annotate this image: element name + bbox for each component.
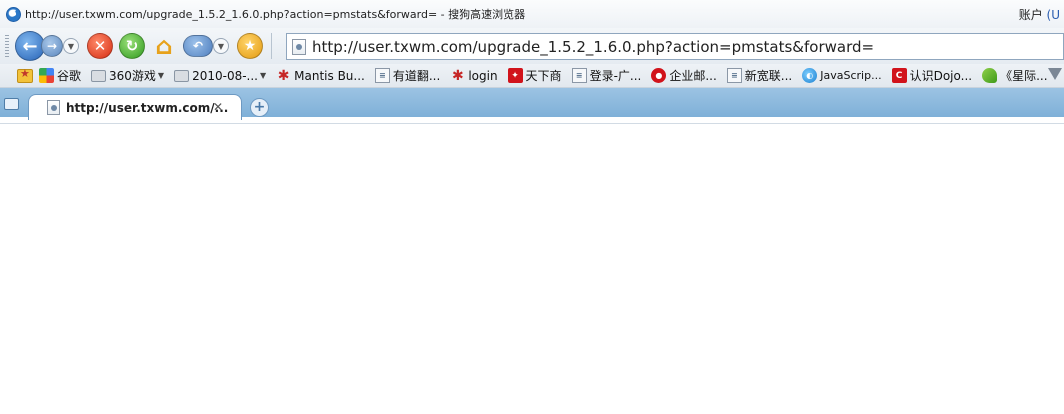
star-icon: ★	[243, 38, 257, 54]
close-icon: ✕	[93, 37, 107, 55]
favorite-label: 新宽联...	[744, 69, 793, 83]
refresh-icon: ↻	[125, 37, 139, 55]
page-icon: ≡	[571, 68, 587, 83]
favorite-label: 360游戏	[109, 69, 156, 83]
page-content	[0, 123, 1064, 414]
history-dropdown-button[interactable]: ▼	[63, 38, 79, 54]
favorite-item[interactable]: ✦ 天下商	[507, 67, 562, 84]
plus-icon: +	[253, 99, 266, 115]
favorite-item[interactable]: C 认识Dojo...	[891, 67, 973, 84]
caret-down-icon: ▼	[157, 71, 165, 80]
more-favorites-icon[interactable]	[1048, 68, 1062, 80]
forward-button[interactable]: →	[41, 35, 63, 57]
title-bar: S http://user.txwm.com/upgrade_1.5.2_1.6…	[0, 0, 1064, 28]
google-icon	[39, 68, 54, 83]
tab-title: http://user.txwm.com/...	[66, 100, 229, 115]
page-icon: ≡	[726, 68, 742, 83]
favorite-label: JavaScrip...	[820, 69, 882, 82]
undo-dropdown-button[interactable]: ▼	[213, 38, 229, 54]
bug-icon: ✱	[451, 67, 464, 84]
tab-strip: http://user.txwm.com/... ✕ +	[0, 88, 1064, 120]
tab-active[interactable]: http://user.txwm.com/... ✕	[28, 94, 242, 120]
red-circle-icon: ●	[651, 68, 667, 83]
favorite-label: 有道翻...	[392, 69, 441, 83]
page-icon	[47, 100, 60, 115]
favorite-item[interactable]: ✱ Mantis Bu...	[276, 67, 365, 84]
folder-icon	[174, 69, 190, 82]
favorite-item[interactable]: ≡ 登录-广...	[571, 67, 642, 84]
account-link[interactable]: 账户 (U	[1019, 6, 1060, 23]
favorite-label: Mantis Bu...	[294, 68, 365, 83]
favorite-button[interactable]: ★	[237, 33, 263, 59]
toolbar-divider	[271, 33, 272, 59]
caret-down-icon: ▼	[260, 71, 267, 80]
chevron-down-icon: ▼	[67, 41, 75, 51]
favorite-label: 登录-广...	[589, 69, 642, 83]
favorite-label: 谷歌	[57, 69, 82, 83]
folder-icon	[91, 69, 107, 82]
favorite-folder[interactable]: 2010-08-... ▼	[174, 69, 266, 83]
favorite-label: login	[468, 68, 498, 83]
home-button[interactable]: ⌂	[151, 32, 177, 60]
tab-list-icon[interactable]	[4, 98, 19, 110]
favorite-item[interactable]: ◐ JavaScrip...	[802, 68, 882, 83]
account-label: 账户	[1018, 8, 1043, 22]
undo-close-button[interactable]: ↶	[183, 35, 213, 57]
favorite-label: 《星际...	[1000, 69, 1048, 83]
green-leaf-icon	[982, 68, 998, 83]
new-tab-button[interactable]: +	[250, 98, 269, 117]
blue-globe-icon: ◐	[802, 68, 818, 83]
close-icon[interactable]: ✕	[213, 100, 223, 114]
refresh-button[interactable]: ↻	[119, 33, 145, 59]
favorite-item[interactable]: ≡ 有道翻...	[374, 67, 441, 84]
stop-button[interactable]: ✕	[87, 33, 113, 59]
favorite-item[interactable]: ≡ 新宽联...	[726, 67, 793, 84]
window-title: http://user.txwm.com/upgrade_1.5.2_1.6.0…	[25, 8, 526, 21]
favorites-bar: 谷歌 360游戏 ▼ 2010-08-... ▼ ✱ Mantis Bu... …	[0, 64, 1064, 88]
favorites-menu-icon[interactable]	[17, 67, 33, 83]
favorite-label: 天下商	[525, 69, 562, 83]
favorite-item[interactable]: 谷歌	[39, 67, 81, 84]
page-icon	[292, 38, 306, 55]
address-input[interactable]	[312, 37, 1052, 56]
navigation-toolbar: ← → ▼ ✕ ↻ ⌂ ↶ ▼ ★	[0, 28, 1064, 64]
undo-icon: ↶	[192, 39, 204, 53]
favorite-item[interactable]: ● 企业邮...	[651, 67, 717, 84]
browser-logo-icon: S	[6, 6, 21, 22]
bug-icon: ✱	[277, 67, 290, 84]
red-c-icon: C	[891, 68, 907, 83]
account-suffix: (U	[1046, 8, 1060, 22]
toolbar-grip[interactable]	[5, 35, 9, 57]
page-icon: ≡	[374, 68, 390, 83]
home-icon: ⌂	[155, 32, 173, 60]
favorite-label: 2010-08-...	[192, 68, 258, 83]
chevron-down-icon: ▼	[217, 41, 225, 51]
favorite-item[interactable]: 《星际...	[982, 67, 1048, 84]
address-bar[interactable]	[286, 33, 1064, 60]
red-logo-icon: ✦	[507, 68, 523, 83]
favorite-item[interactable]: ✱ login	[450, 67, 498, 84]
arrow-right-icon: →	[46, 39, 58, 53]
arrow-left-icon: ←	[22, 35, 38, 57]
favorite-label: 认识Dojo...	[909, 69, 973, 83]
favorite-label: 企业邮...	[669, 69, 717, 83]
favorite-folder[interactable]: 360游戏 ▼	[91, 67, 164, 84]
